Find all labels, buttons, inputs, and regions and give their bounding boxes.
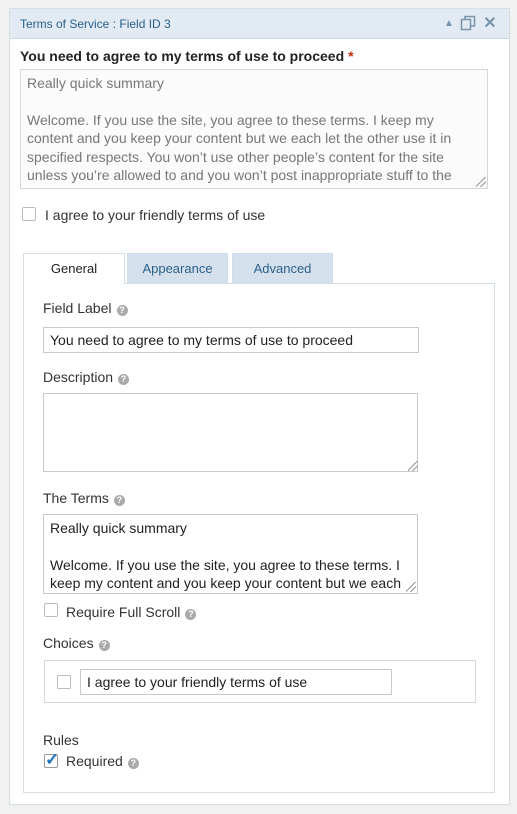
preview-terms-paragraph: Welcome. If you use the site, you agree … — [27, 111, 452, 189]
tab-advanced[interactable]: Advanced — [232, 253, 333, 283]
terms-paragraph: Welcome. If you use the site, you agree … — [50, 556, 402, 592]
tab-general-panel: Field Label? You need to agree to my ter… — [23, 283, 495, 793]
choices-list: I agree to your friendly terms of use — [44, 660, 476, 703]
required-asterisk: * — [348, 48, 354, 64]
tab-appearance[interactable]: Appearance — [127, 253, 228, 283]
help-icon[interactable]: ? — [127, 758, 139, 769]
arrow-up-icon[interactable]: ▲ — [440, 15, 458, 33]
field-title-bar[interactable]: Terms of Service : Field ID 3 ▲ ✕ — [10, 9, 509, 39]
preview-terms-paragraph: Really quick summary — [27, 75, 164, 91]
help-icon[interactable]: ? — [185, 609, 197, 620]
preview-terms-box[interactable]: Really quick summary Welcome. If you use… — [20, 69, 488, 189]
resize-handle-icon[interactable] — [408, 461, 418, 471]
preview-field-label: You need to agree to my terms of use to … — [20, 48, 354, 64]
required-rule-label: Required? — [66, 753, 139, 769]
resize-handle-icon[interactable] — [476, 177, 486, 187]
require-full-scroll-text: Require Full Scroll — [66, 604, 181, 620]
duplicate-icon-graphic — [460, 15, 476, 31]
rules-heading: Rules — [43, 732, 79, 748]
choices-heading-text: Choices — [43, 635, 94, 651]
terms-heading: The Terms? — [43, 490, 125, 506]
require-full-scroll-label: Require Full Scroll? — [66, 604, 197, 620]
require-full-scroll-checkbox[interactable] — [44, 603, 58, 617]
resize-handle-icon[interactable] — [406, 582, 416, 592]
description-heading-text: Description — [43, 369, 114, 385]
preview-agree-label: I agree to your friendly terms of use — [45, 207, 266, 223]
field-label-input[interactable]: You need to agree to my terms of use to … — [43, 327, 419, 353]
choice-value-input[interactable]: I agree to your friendly terms of use — [80, 669, 392, 695]
required-rule-text: Required — [66, 753, 123, 769]
help-icon[interactable]: ? — [113, 495, 125, 506]
field-title: Terms of Service : Field ID 3 — [20, 17, 171, 31]
help-icon[interactable]: ? — [116, 305, 128, 316]
duplicate-icon[interactable] — [459, 15, 477, 33]
choice-checkbox[interactable] — [57, 675, 71, 689]
field-label-heading: Field Label? — [43, 300, 128, 316]
preview-agree-checkbox[interactable] — [22, 207, 36, 221]
help-icon[interactable]: ? — [118, 374, 130, 385]
choices-heading: Choices? — [43, 635, 110, 651]
terms-heading-text: The Terms — [43, 490, 109, 506]
help-icon[interactable]: ? — [98, 640, 110, 651]
terms-textarea[interactable]: Really quick summary Welcome. If you use… — [43, 514, 418, 594]
close-icon[interactable]: ✕ — [481, 15, 499, 33]
description-heading: Description? — [43, 369, 130, 385]
required-checkbox[interactable] — [44, 750, 59, 770]
field-label-heading-text: Field Label — [43, 300, 112, 316]
description-textarea[interactable] — [43, 393, 418, 472]
preview-label-text: You need to agree to my terms of use to … — [20, 48, 345, 64]
tab-general[interactable]: General — [23, 253, 125, 284]
terms-paragraph: Really quick summary — [50, 520, 187, 536]
